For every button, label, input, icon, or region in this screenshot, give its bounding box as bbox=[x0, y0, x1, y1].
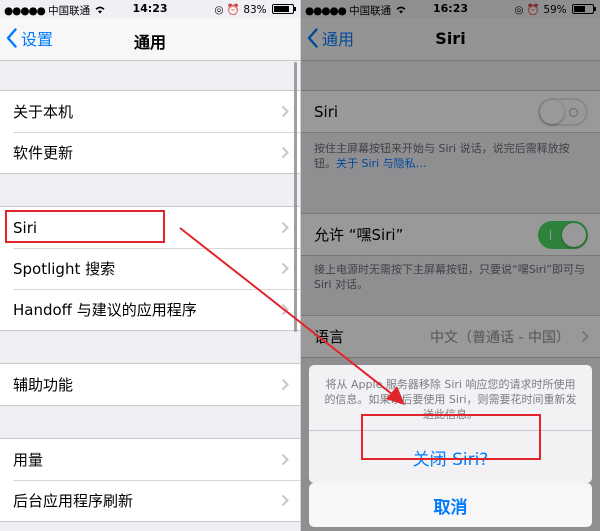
cancel-button[interactable]: 取消 bbox=[309, 483, 592, 527]
status-bar: ●●●●● 中国联通 14:23 ◎ ⏰ 83% bbox=[0, 0, 300, 18]
chevron-right-icon bbox=[281, 105, 289, 118]
chevron-right-icon bbox=[281, 303, 289, 316]
row-accessibility[interactable]: 辅助功能 bbox=[0, 364, 300, 405]
chevron-right-icon bbox=[281, 262, 289, 275]
row-label: 辅助功能 bbox=[13, 376, 74, 394]
chevron-right-icon bbox=[281, 378, 289, 391]
rotation-lock-icon: ◎ bbox=[214, 4, 224, 16]
chevron-right-icon bbox=[281, 494, 289, 507]
row-label: 用量 bbox=[13, 451, 44, 469]
row-background-refresh[interactable]: 后台应用程序刷新 bbox=[0, 480, 300, 521]
settings-group-about: 关于本机 软件更新 bbox=[0, 90, 300, 174]
siri-settings-screen: ●●●●● 中国联通 16:23 ◎ ⏰ 59% 通用 Siri Siri 按住… bbox=[301, 0, 600, 531]
row-spotlight[interactable]: Spotlight 搜索 bbox=[0, 248, 300, 289]
alarm-icon: ⏰ bbox=[226, 4, 240, 16]
row-label: 后台应用程序刷新 bbox=[13, 492, 134, 510]
turn-off-highlight bbox=[361, 414, 541, 460]
row-label: 关于本机 bbox=[13, 103, 74, 121]
navigation-bar: 设置 通用 bbox=[0, 18, 300, 61]
scrollbar[interactable] bbox=[294, 62, 297, 332]
siri-row-highlight bbox=[5, 210, 165, 243]
row-about[interactable]: 关于本机 bbox=[0, 91, 300, 132]
page-title: 通用 bbox=[133, 33, 166, 52]
battery-icon bbox=[272, 4, 296, 14]
row-software-update[interactable]: 软件更新 bbox=[0, 132, 300, 173]
chevron-right-icon bbox=[281, 453, 289, 466]
general-settings-screen: ●●●●● 中国联通 14:23 ◎ ⏰ 83% 设置 通用 关于本机 软件更新… bbox=[0, 0, 300, 531]
row-label: Spotlight 搜索 bbox=[13, 260, 116, 278]
battery-level bbox=[274, 6, 289, 12]
chevron-right-icon bbox=[281, 221, 289, 234]
chevron-right-icon bbox=[281, 146, 289, 159]
row-label: 软件更新 bbox=[13, 144, 74, 162]
row-label: Handoff 与建议的应用程序 bbox=[13, 301, 197, 319]
settings-group-accessibility: 辅助功能 bbox=[0, 363, 300, 406]
settings-group-usage: 用量 后台应用程序刷新 bbox=[0, 438, 300, 522]
battery-percent: 83% bbox=[243, 4, 267, 16]
row-handoff[interactable]: Handoff 与建议的应用程序 bbox=[0, 289, 300, 330]
row-usage[interactable]: 用量 bbox=[0, 439, 300, 480]
